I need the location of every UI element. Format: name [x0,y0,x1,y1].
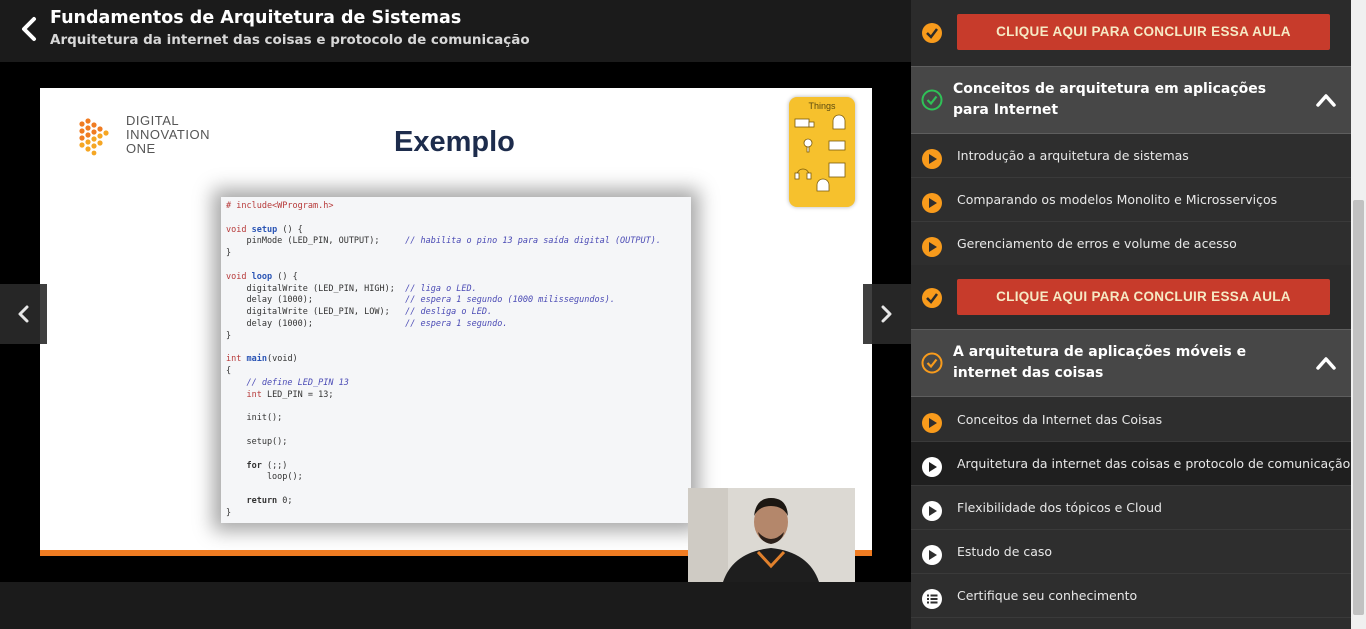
module-title: A arquitetura de aplicações móveis e int… [953,344,1247,381]
lesson-item-active[interactable]: Arquitetura da internet das coisas e pro… [911,442,1351,486]
slide-heading: Exemplo [394,126,515,158]
lesson-title: Estudo de caso [957,544,1053,559]
play-circle-icon [922,457,942,477]
chevron-right-icon [881,305,892,323]
check-circle-icon [922,288,942,308]
lesson-item[interactable]: Certifique seu conhecimento [911,574,1351,618]
lesson-title: Certifique seu conhecimento [957,588,1138,603]
complete-lesson-row: CLIQUE AQUI PARA CONCLUIR ESSA AULA [911,0,1351,68]
chevron-up-icon[interactable] [1315,354,1337,372]
lesson-item[interactable]: Gerenciamento de erros e volume de acess… [911,222,1351,266]
lesson-item[interactable]: Introdução a arquitetura de sistemas [911,134,1351,178]
module-header[interactable]: Conceitos de arquitetura em aplicações p… [911,66,1351,134]
lesson-title: Arquitetura da internet das coisas e pro… [957,456,1351,471]
chevron-left-icon [22,17,36,41]
lesson-subtitle: Arquitetura da internet das coisas e pro… [50,32,530,48]
lesson-title: Gerenciamento de erros e volume de acess… [957,236,1237,251]
play-circle-icon [922,149,942,169]
lesson-title: Introdução a arquitetura de sistemas [957,148,1189,163]
play-circle-icon [922,501,942,521]
lesson-title: Comparando os modelos Monolito e Micross… [957,192,1278,207]
dio-logo [79,118,109,156]
check-circle-icon [921,352,943,374]
play-circle-icon [922,413,942,433]
list-icon [922,589,942,609]
lesson-title: Flexibilidade dos tópicos e Cloud [957,500,1162,515]
app: Fundamentos de Arquitetura de Sistemas A… [0,0,1366,629]
module-header[interactable]: A arquitetura de aplicações móveis e int… [911,329,1351,397]
things-card: Things [789,97,855,207]
next-lesson-button[interactable] [863,284,911,344]
scrollbar-thumb[interactable] [1353,200,1364,615]
lesson-item[interactable]: Comparando os modelos Monolito e Micross… [911,178,1351,222]
lesson-title: Conceitos da Internet das Coisas [957,412,1163,427]
slide: DIGITAL INNOVATION ONE Exemplo Things # … [40,88,872,556]
complete-lesson-button[interactable]: CLIQUE AQUI PARA CONCLUIR ESSA AULA [957,14,1330,50]
previous-lesson-button[interactable] [0,284,47,344]
lesson-item[interactable]: Conceitos da Internet das Coisas [911,398,1351,442]
check-circle-icon [921,89,943,111]
dio-logo-text: DIGITAL INNOVATION ONE [126,113,210,156]
complete-lesson-button[interactable]: CLIQUE AQUI PARA CONCLUIR ESSA AULA [957,279,1330,315]
check-circle-icon [922,23,942,43]
chevron-left-icon [18,305,29,323]
lesson-item[interactable]: Flexibilidade dos tópicos e Cloud [911,486,1351,530]
play-circle-icon [922,237,942,257]
back-button[interactable] [16,14,42,44]
lesson-sidebar: CLIQUE AQUI PARA CONCLUIR ESSA AULA Conc… [911,0,1351,629]
chevron-up-icon[interactable] [1315,91,1337,109]
video-player[interactable]: DIGITAL INNOVATION ONE Exemplo Things # … [0,62,911,582]
play-circle-icon [922,545,942,565]
module-title: Conceitos de arquitetura em aplicações p… [953,81,1267,118]
iot-devices-icon [794,114,846,192]
instructor-webcam [688,488,855,582]
complete-lesson-row: CLIQUE AQUI PARA CONCLUIR ESSA AULA [911,265,1351,333]
player-area: Fundamentos de Arquitetura de Sistemas A… [0,0,911,629]
play-circle-icon [922,193,942,213]
course-title: Fundamentos de Arquitetura de Sistemas [50,8,462,28]
lesson-item[interactable]: Estudo de caso [911,530,1351,574]
header: Fundamentos de Arquitetura de Sistemas A… [0,0,911,62]
code-snippet: # include<WProgram.h> void setup () { pi… [221,197,691,523]
instructor-video-frame [688,488,855,582]
